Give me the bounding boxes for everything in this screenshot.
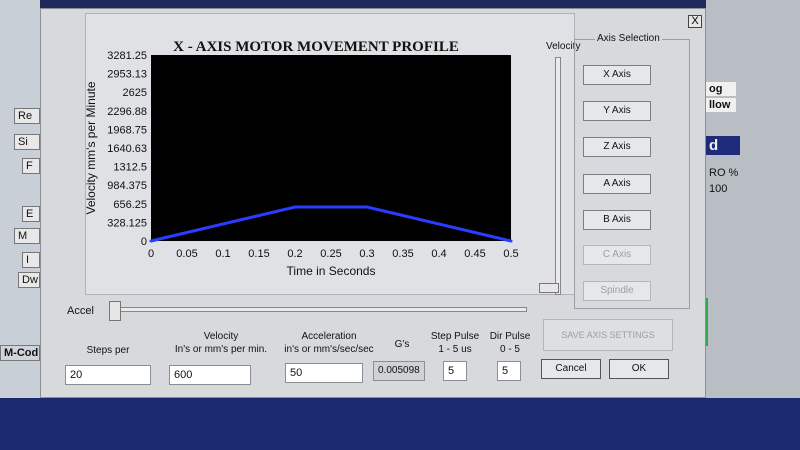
y-tick-label: 656.25	[113, 199, 147, 211]
ok-button[interactable]: OK	[609, 359, 669, 379]
close-button[interactable]: X	[688, 15, 702, 28]
x-tick-label: 0.3	[359, 248, 374, 260]
acceleration-input[interactable]: 50	[285, 363, 363, 383]
x-tick-label: 0.45	[464, 248, 485, 260]
steps-per-label: Steps per	[86, 345, 130, 356]
z-axis-button[interactable]: Z Axis	[583, 137, 651, 157]
background-right-panel	[706, 0, 800, 450]
background-right-text-1: og	[706, 82, 736, 96]
background-button-1[interactable]: Re	[14, 108, 40, 124]
y-tick-label: 1640.63	[107, 143, 147, 155]
velocity-slider-track[interactable]	[555, 57, 561, 295]
y-tick-label: 1312.5	[113, 162, 147, 174]
motor-tuning-dialog: X X - AXIS MOTOR MOVEMENT PROFILE 0 328.1…	[40, 8, 706, 398]
y-tick-label: 2953.13	[107, 69, 147, 81]
c-axis-button[interactable]: C Axis	[583, 245, 651, 265]
background-mcode-tab[interactable]: M-Cod	[0, 345, 40, 361]
y-axis-label: Velocity mm's per Minute	[84, 81, 98, 214]
acceleration-units-label: in's or mm's/sec/sec	[284, 344, 374, 355]
motor-profile-chart: 0 328.125 656.25 984.375 1312.5 1640.63 1968.7…	[84, 50, 519, 278]
axis-selection-title: Axis Selection	[595, 33, 662, 44]
background-button-3[interactable]: F	[22, 158, 40, 174]
background-right-text-5: 100	[709, 183, 728, 195]
background-left-panel	[0, 0, 40, 450]
step-pulse-range-label: 1 - 5 us	[438, 344, 472, 355]
save-axis-settings-button[interactable]: SAVE AXIS SETTINGS	[543, 319, 673, 351]
dir-pulse-input[interactable]: 5	[497, 361, 521, 381]
background-right-text-3: d	[706, 136, 740, 155]
background-button-6[interactable]: I	[22, 252, 40, 268]
background-button-2[interactable]: Si	[14, 134, 40, 150]
velocity-label: Velocity	[203, 331, 239, 342]
x-tick-label: 0.15	[248, 248, 269, 260]
step-pulse-input[interactable]: 5	[443, 361, 467, 381]
x-tick-label: 0.1	[215, 248, 230, 260]
x-tick-label: 0.05	[176, 248, 197, 260]
gs-readout: 0.005098	[373, 361, 425, 381]
y-tick-label: 1968.75	[107, 124, 147, 136]
cancel-button[interactable]: Cancel	[541, 359, 601, 379]
velocity-units-label: In's or mm's per min.	[174, 344, 268, 355]
background-right-text-4: RO %	[709, 167, 739, 179]
velocity-data-point	[365, 205, 369, 209]
x-axis-button[interactable]: X Axis	[583, 65, 651, 85]
x-tick-label: 0.25	[320, 248, 341, 260]
dir-pulse-label: Dir Pulse	[489, 331, 531, 342]
velocity-input[interactable]: 600	[169, 365, 251, 385]
b-axis-button[interactable]: B Axis	[583, 210, 651, 230]
y-tick-label: 2296.88	[107, 106, 147, 118]
background-button-5[interactable]: M	[14, 228, 40, 244]
velocity-data-point	[149, 239, 153, 243]
y-tick-label: 328.125	[107, 217, 147, 229]
y-tick-label: 984.375	[107, 180, 147, 192]
background-bottom-bar	[0, 398, 800, 450]
spindle-button[interactable]: Spindle	[583, 281, 651, 301]
x-axis-label: Time in Seconds	[287, 264, 376, 278]
dir-pulse-range-label: 0 - 5	[499, 344, 520, 355]
acceleration-label: Acceleration	[301, 331, 357, 342]
background-right-text-2: llow	[706, 98, 736, 112]
background-button-4[interactable]: E	[22, 206, 40, 222]
plot-area	[151, 55, 511, 241]
accel-slider-label: Accel	[67, 305, 94, 317]
steps-per-input[interactable]: 20	[65, 365, 151, 385]
x-tick-label: 0.35	[392, 248, 413, 260]
velocity-data-point	[293, 205, 297, 209]
accel-slider-track[interactable]	[115, 307, 527, 312]
step-pulse-label: Step Pulse	[430, 331, 480, 342]
velocity-data-point	[509, 239, 513, 243]
x-tick-label: 0.4	[431, 248, 446, 260]
x-tick-label: 0	[148, 248, 154, 260]
velocity-slider-thumb[interactable]	[539, 283, 559, 293]
x-tick-label: 0.2	[287, 248, 302, 260]
a-axis-button[interactable]: A Axis	[583, 174, 651, 194]
y-axis-button[interactable]: Y Axis	[583, 101, 651, 121]
x-tick-label: 0.5	[503, 248, 518, 260]
y-tick-label: 3281.25	[107, 50, 147, 62]
background-button-7[interactable]: Dw	[18, 272, 40, 288]
y-tick-label: 2625	[123, 87, 147, 99]
accel-slider-thumb[interactable]	[109, 301, 121, 321]
y-tick-label: 0	[141, 236, 147, 248]
gs-label: G's	[394, 339, 410, 350]
